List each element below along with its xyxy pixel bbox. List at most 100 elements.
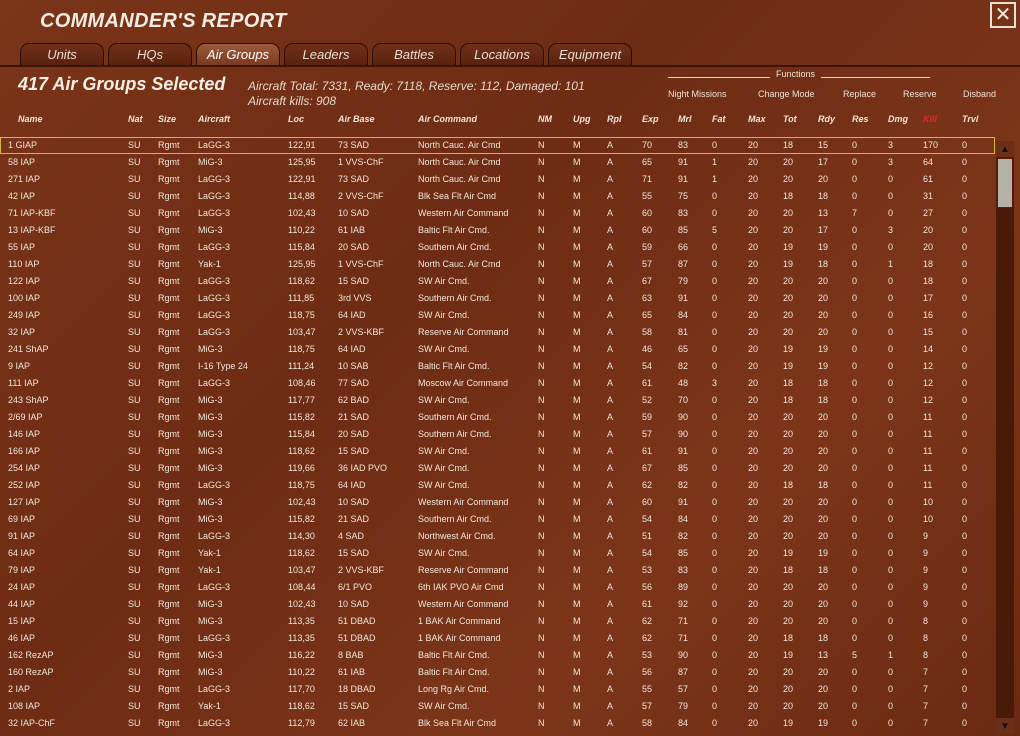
table-row[interactable]: 162 RezAP SU Rgmt MiG-3 116,22 8 BAB Baltic Fl…	[0, 647, 995, 664]
column-header-upg[interactable]: Upg	[573, 114, 591, 124]
replace-button[interactable]: Replace	[843, 89, 876, 99]
cell-max: 20	[748, 412, 759, 422]
cell-loc: 118,75	[288, 480, 315, 490]
column-header-loc[interactable]: Loc	[288, 114, 304, 124]
close-button[interactable]: ✕	[990, 2, 1016, 28]
table-row[interactable]: 108 IAP SU Rgmt Yak-1 118,62 15 SAD SW Air Cmd…	[0, 698, 995, 715]
column-header-res[interactable]: Res	[852, 114, 869, 124]
table-row[interactable]: 46 IAP SU Rgmt LaGG-3 113,35 51 DBAD 1 BAK Air…	[0, 630, 995, 647]
cell-dmg: 0	[888, 242, 894, 252]
cell-aircraft: MiG-3	[198, 412, 223, 422]
cell-aircraft: LaGG-3	[198, 293, 231, 303]
column-header-kill[interactable]: Kill	[923, 114, 937, 124]
cell-air-command: SW Air Cmd.	[418, 446, 470, 456]
table-row[interactable]: 127 IAP SU Rgmt MiG-3 102,43 10 SAD Western Ai…	[0, 494, 995, 511]
cell-res: 0	[852, 633, 858, 643]
table-row[interactable]: 252 IAP SU Rgmt LaGG-3 118,75 64 IAD SW Air Cm…	[0, 477, 995, 494]
table-row[interactable]: 24 IAP SU Rgmt LaGG-3 108,44 6/1 PVO 6th IAK P…	[0, 579, 995, 596]
cell-kill: 16	[923, 310, 934, 320]
cell-upg: M	[573, 548, 581, 558]
cell-kill: 8	[923, 650, 929, 660]
tab-hqs[interactable]: HQs	[108, 43, 192, 65]
cell-fat: 0	[712, 361, 718, 371]
table-row[interactable]: 91 IAP SU Rgmt LaGG-3 114,30 4 SAD Northwest A…	[0, 528, 995, 545]
column-header-aircraft[interactable]: Aircraft	[198, 114, 230, 124]
tab-air-groups[interactable]: Air Groups	[196, 43, 280, 65]
tab-leaders[interactable]: Leaders	[284, 43, 368, 65]
night-missions-button[interactable]: Night Missions	[668, 89, 727, 99]
cell-air-base: 1 VVS-ChF	[338, 259, 384, 269]
table-row[interactable]: 110 IAP SU Rgmt Yak-1 125,95 1 VVS-ChF North C…	[0, 256, 995, 273]
reserve-button[interactable]: Reserve	[903, 89, 937, 99]
cell-nat: SU	[128, 412, 141, 422]
cell-mrl: 57	[678, 684, 689, 694]
cell-loc: 114,88	[288, 191, 315, 201]
table-row[interactable]: 79 IAP SU Rgmt Yak-1 103,47 2 VVS-KBF Reserve …	[0, 562, 995, 579]
tab-units[interactable]: Units	[20, 43, 104, 65]
column-header-air-command[interactable]: Air Command	[418, 114, 477, 124]
table-row[interactable]: 249 IAP SU Rgmt LaGG-3 118,75 64 IAD SW Air Cm…	[0, 307, 995, 324]
cell-res: 0	[852, 310, 858, 320]
column-header-max[interactable]: Max	[748, 114, 766, 124]
column-header-fat[interactable]: Fat	[712, 114, 726, 124]
table-row[interactable]: 100 IAP SU Rgmt LaGG-3 111,85 3rd VVS Southern…	[0, 290, 995, 307]
cell-fat: 0	[712, 599, 718, 609]
tab-locations[interactable]: Locations	[460, 43, 544, 65]
vertical-scrollbar[interactable]: ▲ ▼	[996, 141, 1014, 734]
column-header-dmg[interactable]: Dmg	[888, 114, 908, 124]
table-row[interactable]: 9 IAP SU Rgmt I-16 Type 24 111,24 10 SAB Balti…	[0, 358, 995, 375]
tab-equipment[interactable]: Equipment	[548, 43, 632, 65]
table-row[interactable]: 13 IAP-KBF SU Rgmt MiG-3 110,22 61 IAB Baltic …	[0, 222, 995, 239]
column-header-nat[interactable]: Nat	[128, 114, 143, 124]
table-row[interactable]: 32 IAP SU Rgmt LaGG-3 103,47 2 VVS-KBF Reserve…	[0, 324, 995, 341]
scroll-thumb[interactable]	[997, 158, 1013, 208]
column-header-size[interactable]: Size	[158, 114, 176, 124]
column-header-tot[interactable]: Tot	[783, 114, 797, 124]
cell-aircraft: LaGG-3	[198, 174, 231, 184]
cell-rdy: 20	[818, 667, 829, 677]
table-row[interactable]: 15 IAP SU Rgmt MiG-3 113,35 51 DBAD 1 BAK Air …	[0, 613, 995, 630]
column-header-name[interactable]: Name	[18, 114, 43, 124]
disband-button[interactable]: Disband	[963, 89, 996, 99]
column-header-rdy[interactable]: Rdy	[818, 114, 835, 124]
column-header-trvl[interactable]: Trvl	[962, 114, 978, 124]
table-row[interactable]: 271 IAP SU Rgmt LaGG-3 122,91 73 SAD North Cau…	[0, 171, 995, 188]
column-header-rpl[interactable]: Rpl	[607, 114, 622, 124]
column-header-nm[interactable]: NM	[538, 114, 552, 124]
table-row[interactable]: 243 ShAP SU Rgmt MiG-3 117,77 62 BAD SW Air Cm…	[0, 392, 995, 409]
table-row[interactable]: 146 IAP SU Rgmt MiG-3 115,84 20 SAD Southern A…	[0, 426, 995, 443]
column-header-mrl[interactable]: Mrl	[678, 114, 692, 124]
cell-mrl: 87	[678, 259, 689, 269]
cell-rpl: A	[607, 446, 614, 456]
table-row[interactable]: 254 IAP SU Rgmt MiG-3 119,66 36 IAD PVO SW Air…	[0, 460, 995, 477]
table-row[interactable]: 64 IAP SU Rgmt Yak-1 118,62 15 SAD SW Air Cmd.…	[0, 545, 995, 562]
table-row[interactable]: 2 IAP SU Rgmt LaGG-3 117,70 18 DBAD Long Rg Ai…	[0, 681, 995, 698]
table-row[interactable]: 42 IAP SU Rgmt LaGG-3 114,88 2 VVS-ChF Blk Sea…	[0, 188, 995, 205]
cell-loc: 118,62	[288, 701, 315, 711]
cell-rdy: 15	[818, 140, 829, 150]
cell-exp: 53	[642, 650, 653, 660]
table-row[interactable]: 69 IAP SU Rgmt MiG-3 115,82 21 SAD Southern Ai…	[0, 511, 995, 528]
table-row[interactable]: 32 IAP-ChF SU Rgmt LaGG-3 112,79 62 IAB Blk Se…	[0, 715, 995, 732]
change-mode-button[interactable]: Change Mode	[758, 89, 815, 99]
table-row[interactable]: 1 GIAP SU Rgmt LaGG-3 122,91 73 SAD North Cauc…	[0, 137, 995, 154]
cell-mrl: 85	[678, 225, 689, 235]
table-row[interactable]: 166 IAP SU Rgmt MiG-3 118,62 15 SAD SW Air Cmd…	[0, 443, 995, 460]
table-row[interactable]: 122 IAP SU Rgmt LaGG-3 118,62 15 SAD SW Air Cm…	[0, 273, 995, 290]
table-row[interactable]: 241 ShAP SU Rgmt MiG-3 118,75 64 IAD SW Air Cm…	[0, 341, 995, 358]
table-row[interactable]: 2/69 IAP SU Rgmt MiG-3 115,82 21 SAD Southern …	[0, 409, 995, 426]
column-header-air-base[interactable]: Air Base	[338, 114, 375, 124]
cell-air-base: 51 DBAD	[338, 616, 376, 626]
table-row[interactable]: 111 IAP SU Rgmt LaGG-3 108,46 77 SAD Moscow Ai…	[0, 375, 995, 392]
table-row[interactable]: 160 RezAP SU Rgmt MiG-3 110,22 61 IAB Baltic F…	[0, 664, 995, 681]
scroll-down-icon[interactable]: ▼	[996, 718, 1014, 734]
cell-upg: M	[573, 378, 581, 388]
table-row[interactable]: 44 IAP SU Rgmt MiG-3 102,43 10 SAD Western Air…	[0, 596, 995, 613]
column-header-exp[interactable]: Exp	[642, 114, 659, 124]
cell-loc: 110,22	[288, 667, 315, 677]
table-row[interactable]: 58 IAP SU Rgmt MiG-3 125,95 1 VVS-ChF North Ca…	[0, 154, 995, 171]
tab-battles[interactable]: Battles	[372, 43, 456, 65]
table-row[interactable]: 71 IAP-KBF SU Rgmt LaGG-3 102,43 10 SAD Wester…	[0, 205, 995, 222]
table-row[interactable]: 55 IAP SU Rgmt LaGG-3 115,84 20 SAD Southern A…	[0, 239, 995, 256]
scroll-up-icon[interactable]: ▲	[996, 141, 1014, 157]
